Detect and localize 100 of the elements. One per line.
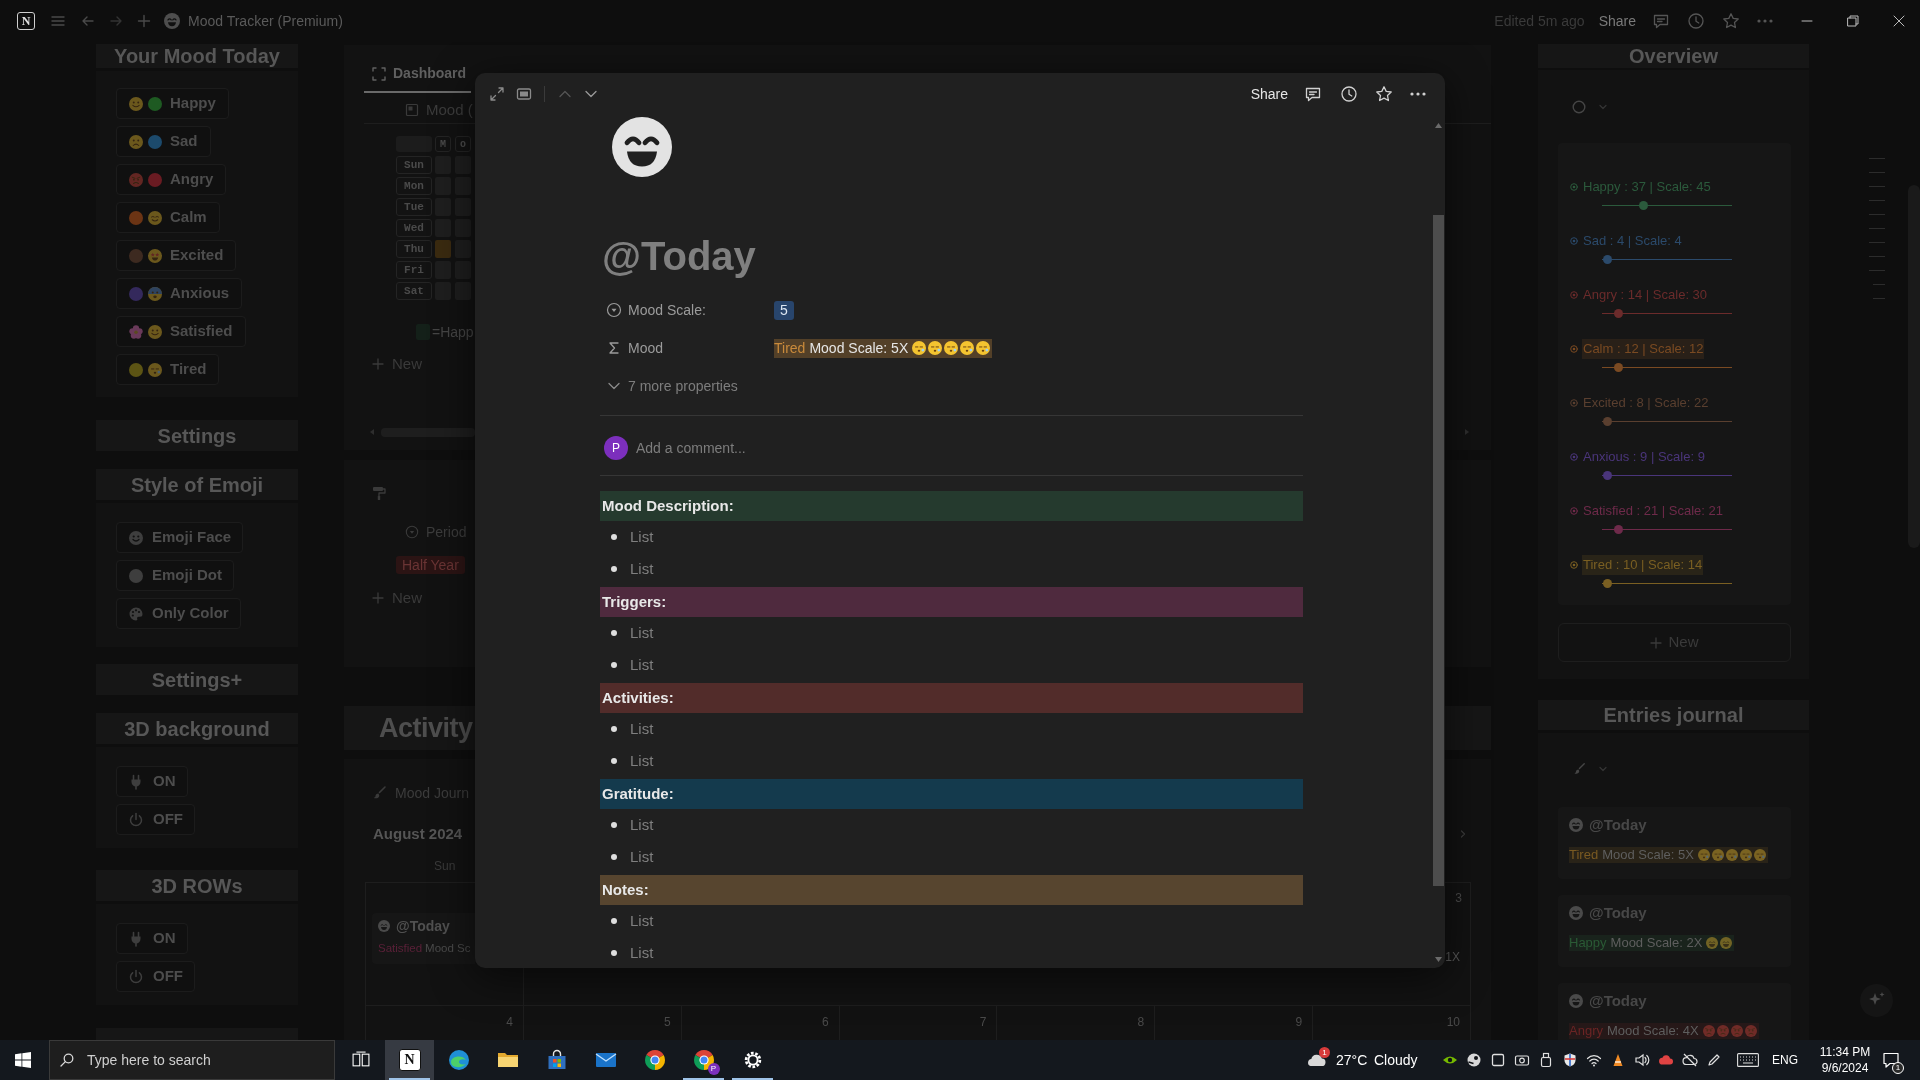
sleepy-face-icon [912,341,927,355]
mood-option[interactable]: Excited [116,240,237,271]
dot-circle-icon [1570,237,1578,245]
camera-icon[interactable] [1514,1052,1530,1068]
menu-icon[interactable] [50,13,66,29]
wifi-icon[interactable] [1586,1052,1602,1068]
section-title: Entries journal [1538,700,1809,730]
pen-icon[interactable] [1706,1052,1722,1068]
slider-track[interactable] [1602,201,1732,210]
toggle-option[interactable]: OFF [116,961,195,992]
slider-track[interactable] [1602,309,1732,318]
slider-thumb[interactable] [1602,579,1612,588]
paint-roller-icon[interactable] [371,485,387,501]
notification-icon[interactable] [1881,1050,1901,1070]
app-logo[interactable]: N [17,12,35,30]
comment-field[interactable]: Add a comment... [636,436,1303,460]
square-icon[interactable] [1490,1052,1506,1068]
shield-icon[interactable] [1562,1052,1578,1068]
entry-title: @Today [396,916,450,936]
share-button[interactable]: Share [1598,10,1636,32]
mood-option[interactable]: Angry [116,164,227,195]
toggle-option[interactable]: OFF [116,804,195,835]
tab[interactable]: Dashboard [364,56,471,93]
slider-thumb[interactable] [1639,201,1649,210]
slider-track[interactable] [1602,525,1732,534]
bullet-icon [611,534,617,540]
slider-thumb[interactable] [1602,471,1612,480]
brush-icon[interactable] [1572,762,1586,776]
close-icon[interactable] [1893,15,1905,27]
toggle-option[interactable]: ON [116,766,188,797]
palette-icon [128,605,144,622]
language-indicator[interactable]: ENG [1772,1051,1798,1069]
overview-label: Anxious : 9 | Scale: 9 [1582,448,1706,467]
sparkle-icon[interactable] [1860,984,1893,1017]
slider-track[interactable] [1602,255,1732,264]
search-icon [60,1053,74,1067]
month-label: August 2024 [373,823,463,844]
formula-text: Mood Scale: 4X [1606,1022,1699,1040]
slider-thumb[interactable] [1614,525,1624,534]
more-properties-button[interactable]: 7 more properties [600,375,738,397]
slider-thumb[interactable] [1602,417,1612,426]
emoji-style-option[interactable]: Emoji Face [116,522,244,553]
scroll-down-arrow-icon[interactable] [1434,957,1442,962]
toggle-option[interactable]: ON [116,923,188,954]
slider-thumb[interactable] [1602,255,1612,264]
section-heading: Triggers: [600,587,1303,617]
plus-icon[interactable] [136,13,152,29]
scroll-up-arrow-icon[interactable] [1434,123,1442,128]
slider-track[interactable] [1602,579,1732,588]
keyboard-icon[interactable] [1737,1053,1759,1067]
grinning-face-icon [1706,937,1719,949]
mood-option[interactable]: Calm [116,202,220,233]
mood-option[interactable]: Happy [116,88,229,119]
clock-time[interactable]: 11:34 PM [1819,1044,1871,1060]
comment-icon[interactable] [1304,85,1322,103]
emoji-style-option[interactable]: Emoji Dot [116,560,234,591]
circle-icon[interactable] [1572,100,1586,114]
list-item-text: List [630,622,654,643]
volume-icon[interactable] [1634,1052,1650,1068]
taskbar-button[interactable]: P [679,1040,728,1080]
weather-condition[interactable]: Cloudy [1374,1049,1424,1071]
smiling-face-icon [148,324,162,339]
relieved-face-icon [148,210,162,225]
restore-icon[interactable] [1847,15,1859,27]
mood-option[interactable]: Anxious [116,278,243,309]
clock-date[interactable]: 9/6/2024 [1821,1060,1869,1076]
mood-option[interactable]: Tired [116,354,220,385]
search-field[interactable]: Type here to search [49,1040,335,1080]
star-icon[interactable] [1722,12,1740,30]
list-item-text: List [630,942,654,963]
slider-track[interactable] [1602,363,1732,372]
period-tag: Half Year [396,556,465,574]
scrollbar-thumb[interactable] [1432,215,1444,886]
mood-option[interactable]: Sad [116,126,211,157]
emoji-style-option[interactable]: Only Color [116,598,241,629]
slider-track[interactable] [1602,417,1732,426]
list-item-text: List [630,846,654,867]
expand-icon[interactable] [489,86,505,102]
slider-thumb[interactable] [1614,363,1624,372]
mood-option[interactable]: Satisfied [116,316,246,347]
grinning-face-icon [1569,994,1583,1008]
slider-thumb[interactable] [1614,309,1624,318]
sleepy-face-icon [1711,849,1724,861]
panel-icon[interactable] [516,86,532,102]
share-button[interactable]: Share [1250,83,1288,105]
cloud-off-icon[interactable] [1682,1052,1698,1068]
section-title: Settings [96,420,298,451]
dot-circle-icon [1570,291,1578,299]
angry-face-icon [1730,1025,1743,1037]
sleepy-face-icon [1697,849,1710,861]
start-icon[interactable] [15,1052,31,1068]
dot-circle-icon [1570,507,1578,515]
temperature[interactable]: 27°C [1336,1049,1370,1071]
taskbar-button[interactable]: N [385,1040,434,1080]
bullet-icon [611,662,617,668]
usb-drive-icon[interactable] [1538,1052,1554,1068]
section-heading: Mood Description: [600,491,1303,521]
slider-track[interactable] [1602,471,1732,480]
section-title: Overview [1538,44,1809,68]
disc-icon[interactable] [1466,1052,1482,1068]
